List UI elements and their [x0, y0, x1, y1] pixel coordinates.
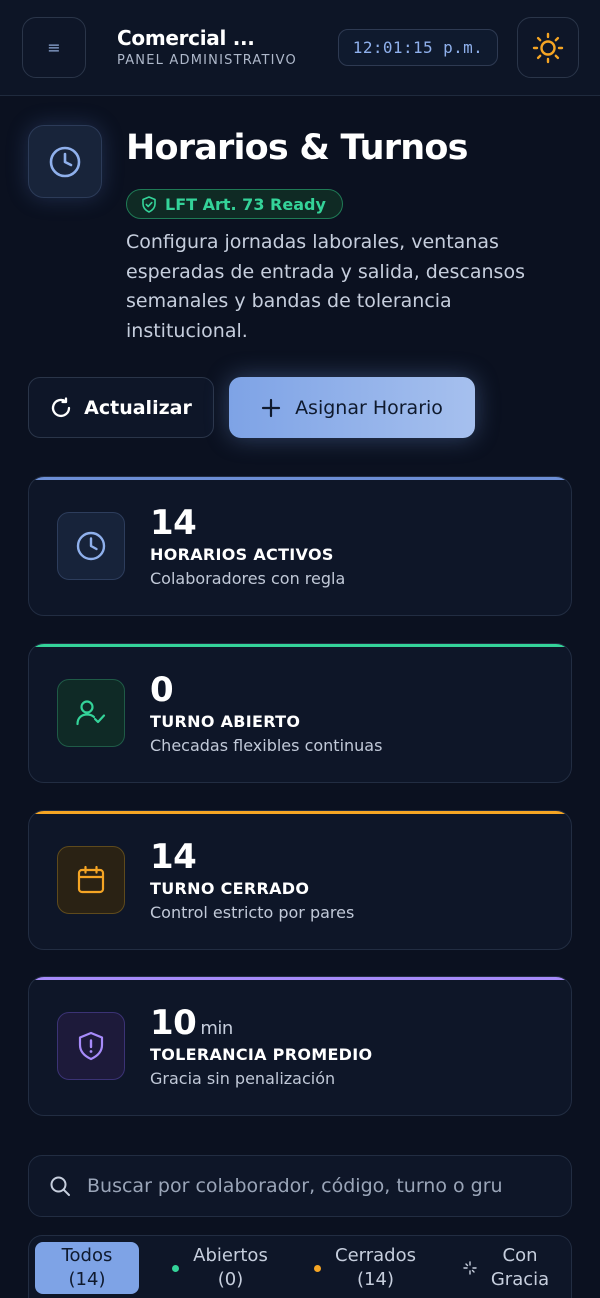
search-input[interactable] — [87, 1175, 547, 1197]
stat-subtitle: Checadas flexibles continuas — [150, 736, 383, 755]
refresh-button[interactable]: Actualizar — [28, 377, 214, 438]
clock-icon — [49, 146, 81, 177]
stat-subtitle: Colaboradores con regla — [150, 569, 346, 588]
shield-check-icon — [142, 195, 156, 213]
card-icon-box — [57, 846, 125, 914]
brand-title: Comercial ... — [117, 26, 255, 50]
card-icon-box — [57, 679, 125, 747]
top-bar: ≡ Comercial ... PANEL ADMINISTRATIVO 12:… — [0, 0, 600, 96]
page-title: Horarios & Turnos — [126, 128, 468, 168]
clock-icon — [76, 531, 106, 561]
assign-schedule-button[interactable]: Asignar Horario — [229, 377, 475, 438]
stat-card-open-shift: 0 TURNO ABIERTO Checadas flexibles conti… — [28, 643, 572, 783]
plus-icon — [261, 398, 281, 417]
user-check-icon — [76, 700, 106, 726]
page-icon — [28, 125, 102, 198]
compliance-badge: LFT Art. 73 Ready — [126, 189, 343, 219]
page-description: Configura jornadas laborales, ventanas e… — [126, 231, 525, 342]
tab-all[interactable]: Todos (14) — [35, 1242, 139, 1294]
stat-subtitle: Control estricto por pares — [150, 903, 355, 922]
sparkle-icon — [463, 1261, 477, 1275]
card-accent — [29, 977, 571, 980]
assign-label: Asignar Horario — [295, 396, 443, 419]
tab-open[interactable]: Abiertos (0) — [155, 1242, 285, 1294]
shield-alert-icon — [78, 1031, 104, 1061]
stat-subtitle: Gracia sin penalización — [150, 1069, 336, 1088]
status-dot — [314, 1264, 321, 1272]
theme-toggle-button[interactable] — [517, 17, 579, 78]
stat-card-closed-shift: 14 TURNO CERRADO Control estricto por pa… — [28, 810, 572, 950]
stat-value: 14 — [150, 837, 197, 877]
stat-card-active-schedules: 14 HORARIOS ACTIVOS Colaboradores con re… — [28, 476, 572, 616]
stat-label: TOLERANCIA PROMEDIO — [150, 1045, 373, 1064]
tab-grace[interactable]: Con Gracia — [447, 1242, 565, 1294]
card-accent — [29, 811, 571, 814]
stat-label: TURNO CERRADO — [150, 879, 310, 898]
status-dot — [172, 1264, 180, 1272]
sun-icon — [532, 32, 564, 63]
stat-label: TURNO ABIERTO — [150, 712, 301, 731]
tab-closed[interactable]: Cerrados (14) — [297, 1242, 433, 1294]
calendar-icon — [77, 865, 105, 894]
card-accent — [29, 644, 571, 647]
hamburger-icon: ≡ — [47, 38, 61, 57]
refresh-label: Actualizar — [84, 396, 192, 419]
stat-card-avg-tolerance: 10 min TOLERANCIA PROMEDIO Gracia sin pen… — [28, 976, 572, 1116]
stat-value: 0 — [150, 670, 174, 710]
stat-value: 10 min — [150, 1003, 233, 1043]
brand-subtitle: PANEL ADMINISTRATIVO — [117, 53, 297, 68]
menu-button[interactable]: ≡ — [22, 17, 86, 78]
refresh-icon — [52, 396, 71, 417]
search-icon — [50, 1176, 70, 1196]
clock-display: 12:01:15 p.m. — [338, 29, 498, 66]
stat-label: HORARIOS ACTIVOS — [150, 545, 334, 564]
card-icon-box — [57, 512, 125, 580]
card-accent — [29, 477, 571, 480]
filter-tabs: Todos (14) Abiertos (0) Cerrados (14) Con Gr… — [28, 1235, 572, 1298]
search-box — [28, 1155, 572, 1217]
stat-value: 14 — [150, 503, 197, 543]
card-icon-box — [57, 1012, 125, 1080]
badge-label: LFT Art. 73 Ready — [165, 194, 326, 214]
